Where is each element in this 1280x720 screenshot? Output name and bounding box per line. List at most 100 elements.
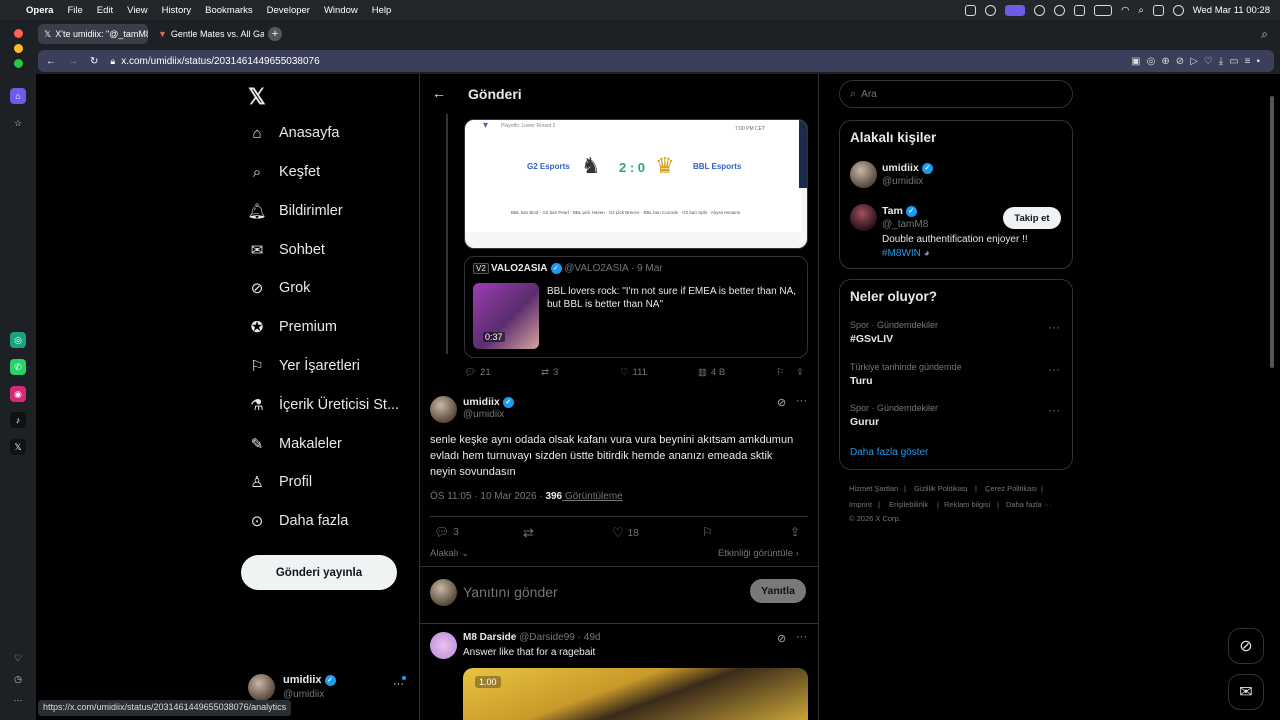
- back-icon[interactable]: ←: [46, 56, 56, 67]
- grok-icon[interactable]: ⊘: [777, 632, 786, 645]
- nav-bookmarks[interactable]: ⚐ Yer İşaretleri: [248, 357, 448, 375]
- record-icon[interactable]: [1005, 4, 1026, 16]
- page-scrollbar[interactable]: [1270, 96, 1274, 368]
- tab-other[interactable]: ▼ Gentle Mates vs. All Gam: [152, 24, 264, 44]
- siri-icon[interactable]: [1172, 4, 1184, 16]
- wifi-icon[interactable]: ◠: [1121, 5, 1129, 16]
- heart-icon[interactable]: ♡: [10, 650, 26, 666]
- bookmark-action[interactable]: ⚐: [702, 525, 713, 539]
- reply-action[interactable]: 💬︎ 3: [434, 525, 459, 539]
- forward-icon[interactable]: →: [68, 56, 78, 67]
- quote-video-thumbnail[interactable]: 0:37: [473, 283, 539, 349]
- footer-link[interactable]: Çerez Politikası: [985, 484, 1037, 493]
- footer-link[interactable]: Hizmet Şartları: [849, 484, 899, 493]
- main-post-handle[interactable]: @umidiix: [463, 409, 504, 420]
- x-logo-icon[interactable]: 𝕏: [248, 84, 266, 110]
- screen-icon[interactable]: [965, 4, 977, 16]
- account-switcher[interactable]: umidiix ✓ @umidiix ···: [248, 670, 408, 704]
- nav-articles[interactable]: ✎ Makaleler: [248, 435, 448, 453]
- menu-history[interactable]: History: [162, 5, 192, 16]
- reply-avatar[interactable]: [430, 632, 457, 659]
- more-icon[interactable]: ···: [10, 692, 26, 708]
- menu-help[interactable]: Help: [372, 5, 392, 16]
- new-tab-icon[interactable]: +: [268, 27, 282, 41]
- post-more-icon[interactable]: ···: [796, 395, 807, 407]
- parent-reply-action[interactable]: 💬︎ 21: [464, 367, 491, 378]
- footer-link[interactable]: Imprint: [849, 500, 872, 509]
- menu-view[interactable]: View: [127, 5, 147, 16]
- footer-link[interactable]: Gizlilik Politikası: [914, 484, 968, 493]
- nav-home[interactable]: ⌂ Anasayfa: [248, 124, 448, 142]
- person-name[interactable]: umidiix: [882, 162, 919, 174]
- parent-repost-action[interactable]: ⇄ 3: [541, 367, 558, 378]
- messages-float-button[interactable]: ✉: [1228, 674, 1264, 710]
- parent-share-action[interactable]: ⇪: [796, 367, 804, 378]
- zoom-window-button[interactable]: [14, 59, 23, 68]
- person-avatar[interactable]: [850, 204, 877, 231]
- grok-float-button[interactable]: ⊘: [1228, 628, 1264, 664]
- post-button[interactable]: Gönderi yayınla: [241, 555, 397, 590]
- nav-profile[interactable]: ♙ Profil: [248, 473, 448, 491]
- menu-bookmarks[interactable]: Bookmarks: [205, 5, 253, 16]
- menu-edit[interactable]: Edit: [97, 5, 113, 16]
- reply-author[interactable]: M8 Darside: [463, 632, 516, 643]
- show-more-link[interactable]: Daha fazla göster: [850, 447, 928, 458]
- history-icon[interactable]: ◷: [10, 671, 26, 687]
- menu-window[interactable]: Window: [324, 5, 358, 16]
- reply-date[interactable]: 49d: [584, 632, 601, 643]
- person-name[interactable]: Tam: [882, 205, 903, 217]
- tab-active[interactable]: 𝕏 X'te umidiix: "@_tamM8: [38, 24, 148, 44]
- related-toggle[interactable]: Alakalı ⌄: [430, 548, 469, 559]
- trend-more-icon[interactable]: ···: [1048, 362, 1060, 376]
- app-menu[interactable]: Opera: [26, 5, 53, 16]
- nav-creator-studio[interactable]: ⚗ İçerik Üreticisi St...: [248, 396, 448, 414]
- reply-more-icon[interactable]: ···: [796, 631, 807, 643]
- trend-name[interactable]: Gurur: [850, 416, 879, 428]
- display-icon[interactable]: [1074, 4, 1086, 16]
- share-action[interactable]: ⇪: [790, 525, 800, 539]
- minimize-window-button[interactable]: [14, 44, 23, 53]
- like-action[interactable]: ♡ 18: [612, 525, 639, 541]
- reply-handle[interactable]: @Darside99: [519, 632, 575, 643]
- view-activity-link[interactable]: Etkinliği görüntüle ›: [718, 548, 799, 559]
- nav-messages[interactable]: ✉ Sohbet: [248, 241, 448, 259]
- repost-action[interactable]: ⇄: [523, 525, 534, 541]
- search-icon[interactable]: ⌕: [1138, 5, 1143, 16]
- chatgpt-icon[interactable]: ◎: [10, 332, 26, 348]
- close-window-button[interactable]: [14, 29, 23, 38]
- footer-link[interactable]: Erişilebilirlik: [889, 500, 928, 509]
- nav-more[interactable]: ⊙ Daha fazla: [248, 512, 448, 530]
- toolbar-icons[interactable]: ▣◎⊕⊘▷♡⤓▭≡▪: [1131, 56, 1266, 67]
- parent-views-action[interactable]: ▥ 4 B: [698, 367, 725, 378]
- parent-like-action[interactable]: ♡ 111: [620, 367, 647, 378]
- match-card-image[interactable]: ▾ Playoffs: Lower Round 2 7:00 PM CET G2…: [464, 119, 808, 249]
- person-hashtag[interactable]: #M8WIN: [882, 248, 921, 259]
- tab-search-icon[interactable]: ⌕: [1261, 27, 1268, 42]
- search-bar[interactable]: ⌕: [839, 80, 1073, 108]
- nav-grok[interactable]: ⊘ Grok: [248, 279, 448, 297]
- nav-premium[interactable]: ✪ Premium: [248, 318, 448, 336]
- menu-file[interactable]: File: [67, 5, 82, 16]
- person-handle[interactable]: @_tamM8: [882, 219, 928, 230]
- tiktok-icon[interactable]: ♪: [10, 412, 26, 428]
- quoted-tweet[interactable]: V2 VALO2ASIA ✓ @VALO2ASIA · 9 Mar 0:37 BB…: [464, 256, 808, 358]
- person-avatar[interactable]: [850, 161, 877, 188]
- reply-input[interactable]: [463, 581, 703, 603]
- control-icon[interactable]: [985, 4, 997, 16]
- play-icon[interactable]: [1034, 4, 1046, 16]
- home-icon[interactable]: ⌂: [10, 88, 26, 104]
- battery-icon[interactable]: [1094, 4, 1113, 16]
- trend-more-icon[interactable]: ···: [1048, 403, 1060, 417]
- whatsapp-icon[interactable]: ✆: [10, 359, 26, 375]
- clock[interactable]: Wed Mar 11 00:28: [1193, 5, 1270, 16]
- views-count[interactable]: 396: [545, 491, 562, 502]
- person-handle[interactable]: @umidiix: [882, 176, 923, 187]
- views-label[interactable]: Görüntüleme: [562, 491, 623, 502]
- nav-explore[interactable]: ⌕ Keşfet: [248, 163, 448, 181]
- reply-gif[interactable]: 1.00: [463, 668, 808, 720]
- reply-button[interactable]: Yanıtla: [750, 579, 806, 603]
- grok-icon[interactable]: ⊘: [777, 396, 786, 409]
- reload-icon[interactable]: ↻: [90, 56, 98, 67]
- instagram-icon[interactable]: ◉: [10, 386, 26, 402]
- menu-developer[interactable]: Developer: [267, 5, 310, 16]
